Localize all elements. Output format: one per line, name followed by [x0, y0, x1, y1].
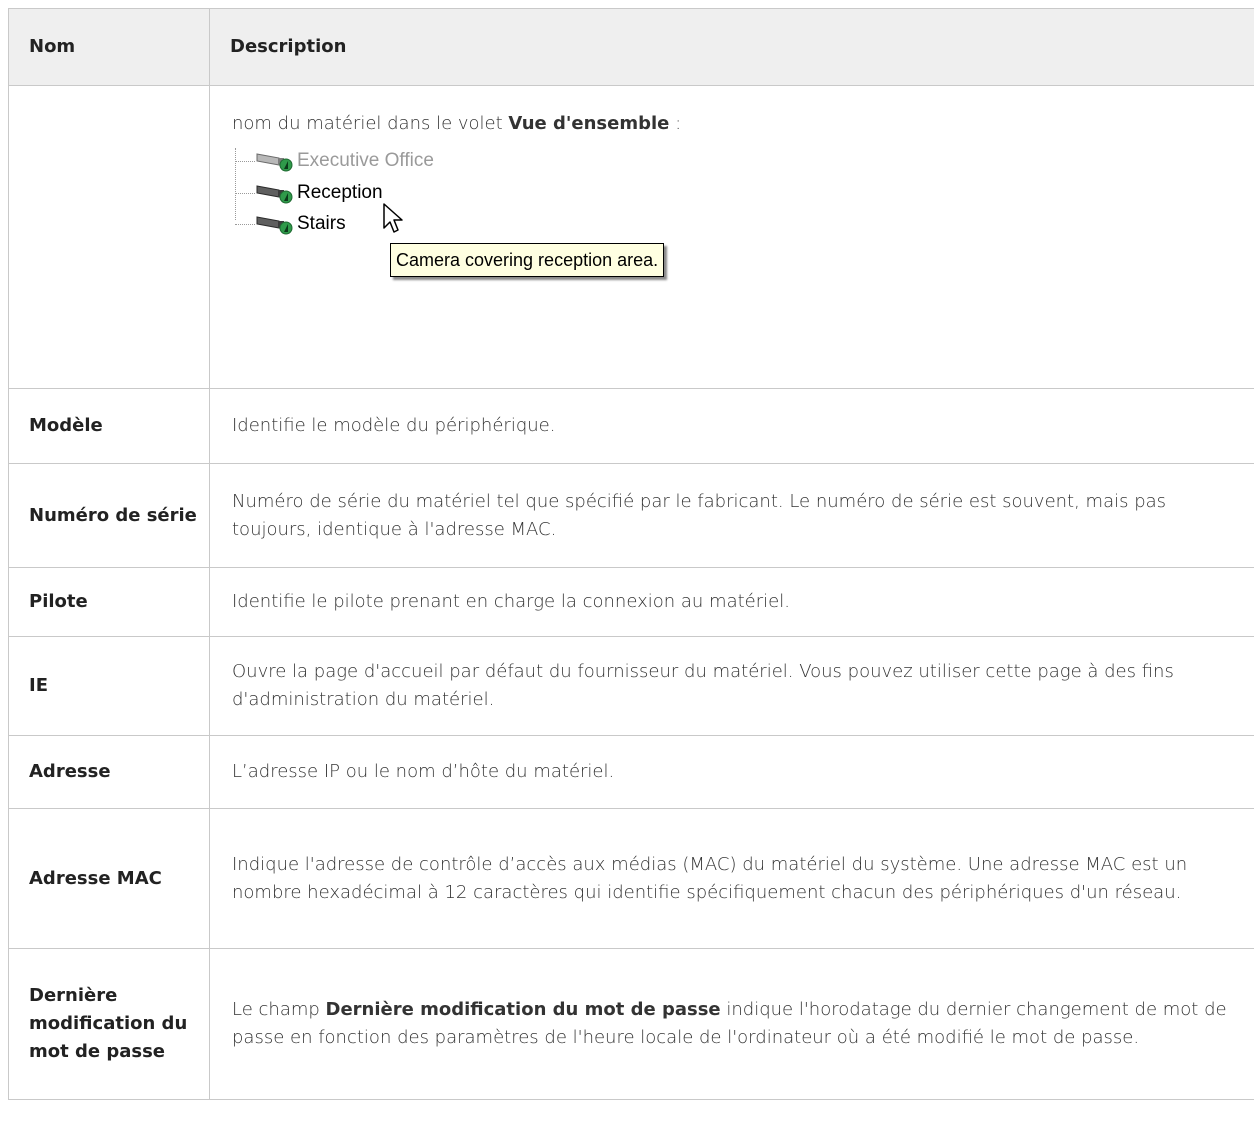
properties-table: Nom Description nom du matériel dans le … [8, 8, 1254, 1100]
name-cell: Modèle [8, 388, 210, 464]
table-row: nom du matériel dans le volet Vue d'ense… [8, 85, 1254, 389]
tree-item-reception: Reception [235, 178, 383, 208]
description-cell: Identifie le pilote prenant en charge la… [209, 567, 1254, 637]
table-row: Modèle Identifie le modèle du périphériq… [8, 388, 1254, 464]
description-cell: Identifie le modèle du périphérique. [209, 388, 1254, 464]
table-row: Numéro de série Numéro de série du matér… [8, 463, 1254, 568]
name-cell: Dernière modification du mot de passe [8, 948, 210, 1100]
overview-description: nom du matériel dans le volet Vue d'ense… [232, 110, 1242, 138]
tooltip: Camera covering reception area. [390, 243, 665, 277]
table-row: IE Ouvre la page d'accueil par défaut du… [8, 636, 1254, 736]
camera-icon [256, 216, 293, 235]
tree-label-stairs: Stairs [297, 213, 346, 234]
text-bold: Vue d'ensemble [508, 113, 670, 134]
text-before: Le champ [232, 999, 326, 1020]
tree-label-reception: Reception [297, 182, 383, 203]
text-bold: Dernière modification du mot de passe [325, 999, 721, 1020]
table-row: Adresse L’adresse IP ou le nom d’hôte du… [8, 735, 1254, 809]
text-after: : [669, 113, 682, 134]
tree-branch-line [235, 160, 255, 162]
camera-icon [256, 185, 293, 204]
mouse-cursor-icon [383, 203, 403, 233]
tree-branch-line [235, 223, 255, 225]
description-cell: Numéro de série du matériel tel que spéc… [209, 463, 1254, 568]
camera-icon [256, 153, 293, 172]
name-cell: Adresse [8, 735, 210, 809]
description-cell: nom du matériel dans le volet Vue d'ense… [209, 85, 1254, 389]
tree-label-executive-office: Executive Office [297, 150, 434, 171]
name-cell-empty [8, 85, 210, 389]
text-before: nom du matériel dans le volet [232, 113, 509, 134]
header-description: Description [209, 8, 1254, 86]
description-cell: Indique l'adresse de contrôle d’accès au… [209, 808, 1254, 949]
description-cell: Ouvre la page d'accueil par défaut du fo… [209, 636, 1254, 736]
tree-item-stairs: Stairs [235, 209, 346, 239]
table-row: Dernière modification du mot de passe Le… [8, 948, 1254, 1100]
table-row: Adresse MAC Indique l'adresse de contrôl… [8, 808, 1254, 949]
header-name: Nom [8, 8, 210, 86]
tree-branch-line [235, 192, 255, 194]
name-cell: Adresse MAC [8, 808, 210, 949]
description-cell: L’adresse IP ou le nom d’hôte du matérie… [209, 735, 1254, 809]
table-row: Pilote Identifie le pilote prenant en ch… [8, 567, 1254, 637]
name-cell: Pilote [8, 567, 210, 637]
name-cell: IE [8, 636, 210, 736]
description-cell: Le champ Dernière modification du mot de… [209, 948, 1254, 1100]
name-cell: Numéro de série [8, 463, 210, 568]
overview-pane-screenshot: Executive Office Reception Stairs Camera… [232, 146, 752, 296]
tree-item-executive-office: Executive Office [235, 146, 434, 176]
table-header-row: Nom Description [8, 8, 1254, 86]
